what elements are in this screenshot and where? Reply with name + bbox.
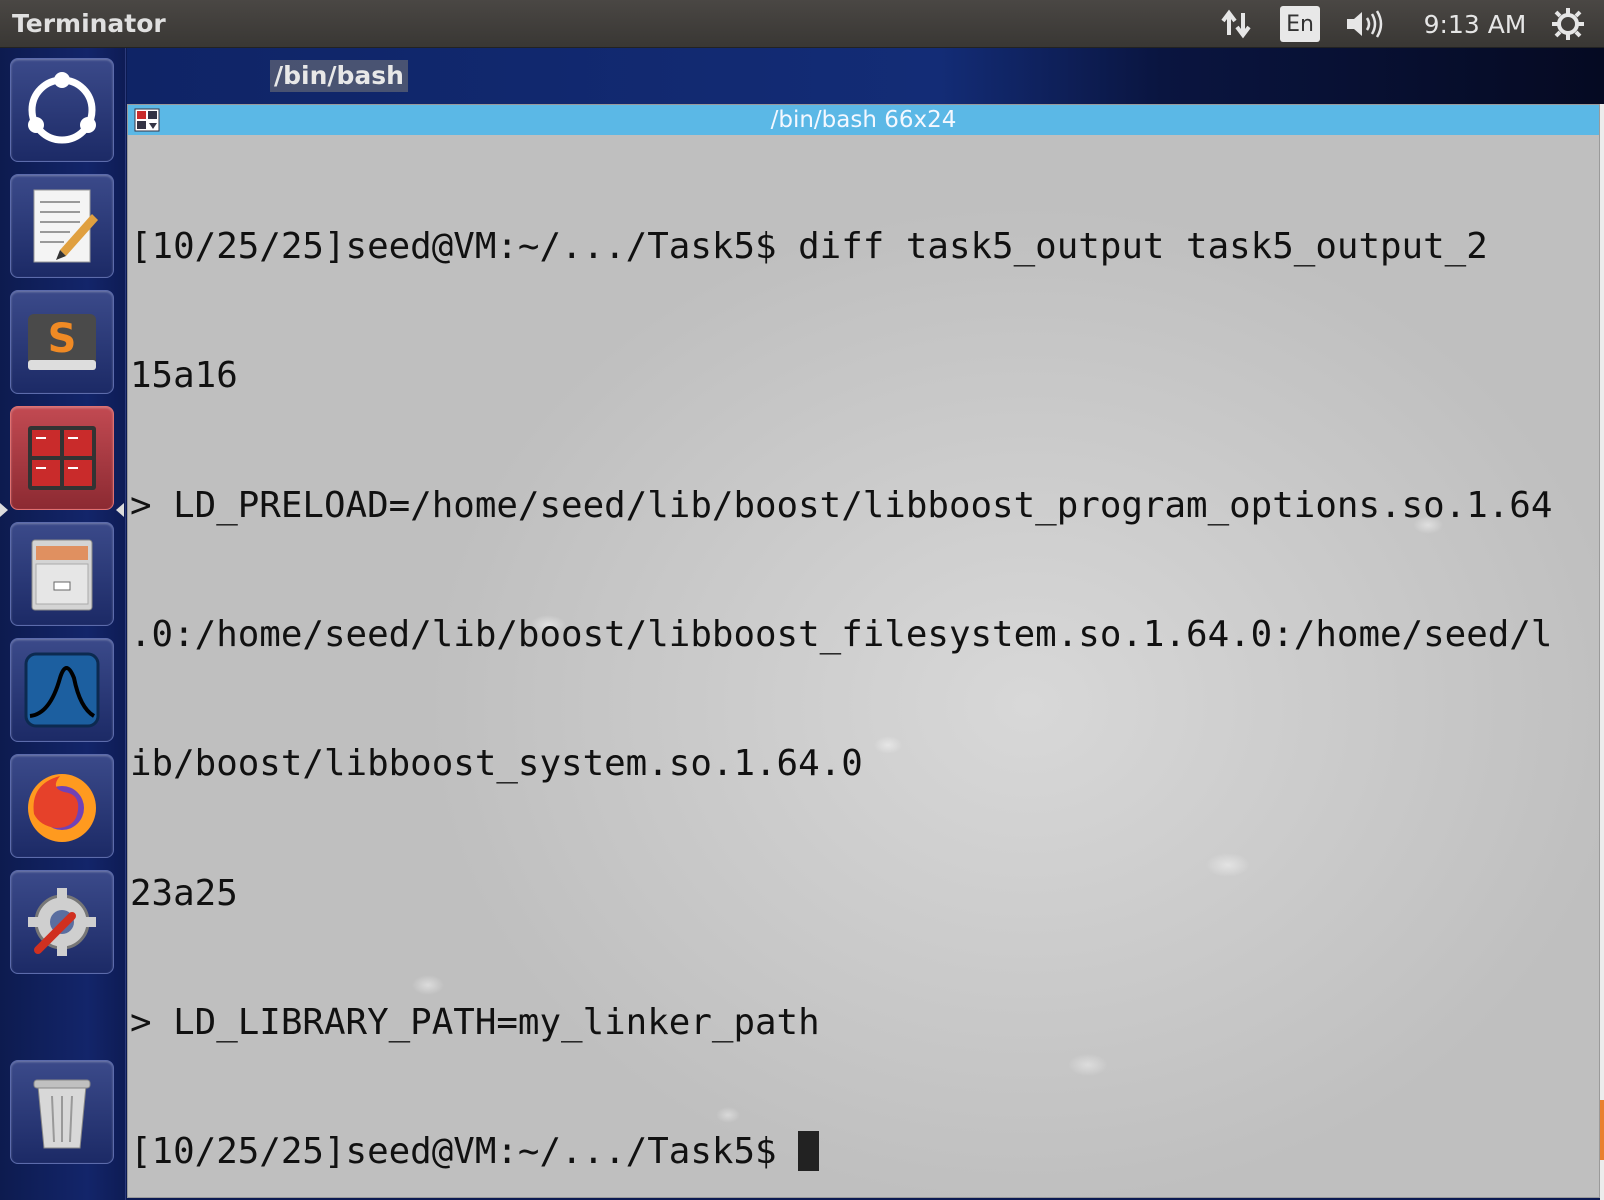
active-indicator-right bbox=[116, 503, 124, 517]
terminal-prompt-line: [10/25/25]seed@VM:~/.../Task5$ bbox=[130, 1130, 1560, 1173]
sublime-text-icon[interactable]: S bbox=[10, 290, 114, 394]
launcher: S bbox=[0, 48, 126, 1200]
terminal-line: [10/25/25]seed@VM:~/.../Task5$ diff task… bbox=[130, 226, 1488, 268]
system-settings-icon[interactable] bbox=[10, 870, 114, 974]
tab-title[interactable]: /bin/bash bbox=[270, 60, 408, 92]
app-title: Terminator bbox=[12, 9, 166, 38]
background-window-accent bbox=[1600, 1100, 1604, 1160]
file-manager-icon[interactable] bbox=[10, 522, 114, 626]
terminal-line: 23a25 bbox=[130, 872, 238, 914]
terminal-line: 15a16 bbox=[130, 355, 238, 397]
top-panel: Terminator En 9:13 AM bbox=[0, 0, 1604, 48]
terminal-prompt: [10/25/25]seed@VM:~/.../Task5$ bbox=[130, 1131, 799, 1173]
power-icon[interactable] bbox=[1548, 6, 1588, 42]
terminal-cursor bbox=[798, 1131, 820, 1172]
terminal-line: > LD_PRELOAD=/home/seed/lib/boost/libboo… bbox=[130, 484, 1553, 526]
text-editor-icon[interactable] bbox=[10, 174, 114, 278]
terminal-split-icon[interactable] bbox=[134, 108, 160, 132]
trash-icon[interactable] bbox=[10, 1060, 114, 1164]
ubuntu-dash-icon[interactable] bbox=[10, 58, 114, 162]
terminal-title: /bin/bash 66x24 bbox=[770, 107, 957, 133]
network-icon[interactable] bbox=[1216, 6, 1256, 42]
volume-icon[interactable] bbox=[1342, 6, 1386, 42]
terminator-icon[interactable] bbox=[10, 406, 114, 510]
terminal-line: .0:/home/seed/lib/boost/libboost_filesys… bbox=[130, 614, 1553, 656]
terminal-window[interactable]: /bin/bash 66x24 [10/25/25]seed@VM:~/.../… bbox=[127, 104, 1600, 1198]
keyboard-language-indicator[interactable]: En bbox=[1280, 6, 1320, 42]
wireshark-icon[interactable] bbox=[10, 638, 114, 742]
active-indicator-left bbox=[0, 503, 8, 517]
terminal-output[interactable]: [10/25/25]seed@VM:~/.../Task5$ diff task… bbox=[130, 139, 1560, 1197]
firefox-icon[interactable] bbox=[10, 754, 114, 858]
background-window-edge bbox=[1600, 104, 1604, 1200]
terminal-titlebar[interactable]: /bin/bash 66x24 bbox=[128, 105, 1599, 135]
clock[interactable]: 9:13 AM bbox=[1410, 6, 1540, 42]
terminal-line: > LD_LIBRARY_PATH=my_linker_path bbox=[130, 1001, 820, 1043]
svg-text:S: S bbox=[48, 316, 77, 362]
terminal-line: ib/boost/libboost_system.so.1.64.0 bbox=[130, 743, 863, 785]
